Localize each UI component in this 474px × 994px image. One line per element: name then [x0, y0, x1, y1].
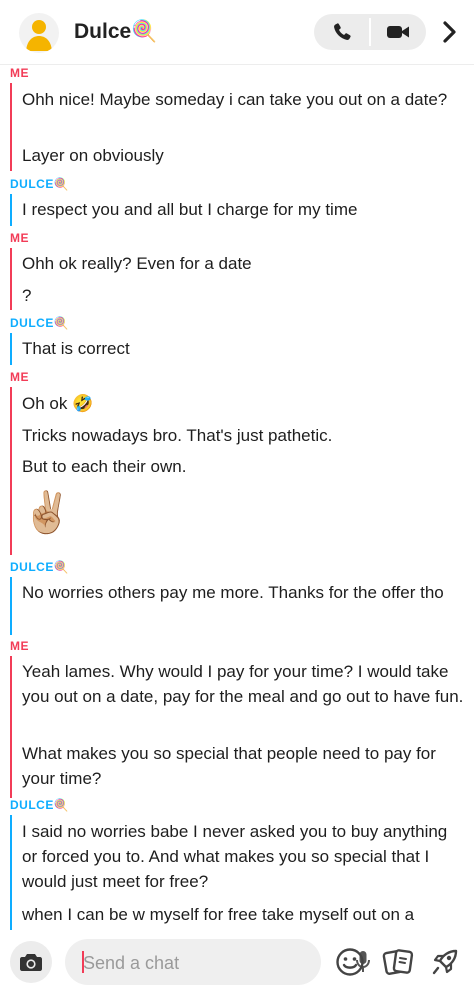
sender-bar-dulce [10, 815, 12, 930]
call-actions [314, 14, 426, 50]
message-text[interactable]: I respect you and all but I charge for m… [22, 197, 464, 222]
sender-label-me: ME [10, 66, 29, 80]
message-text[interactable]: ? [22, 283, 464, 308]
sender-label-dulce: DULCE🍭 [10, 560, 70, 574]
sender-label-dulce: DULCE🍭 [10, 177, 70, 191]
chat-input[interactable] [81, 948, 285, 978]
message-text[interactable]: That is correct [22, 336, 464, 361]
chat-input-box[interactable] [65, 939, 370, 985]
message-text[interactable]: I said no worries babe I never asked you… [22, 819, 464, 894]
smiley-icon[interactable] [333, 945, 367, 979]
peace-sign-emoji[interactable]: ✌🏼 [22, 488, 464, 538]
chat-composer [0, 930, 474, 994]
rocket-icon[interactable] [428, 945, 462, 979]
camera-icon[interactable] [10, 941, 52, 983]
sender-label-me: ME [10, 370, 29, 384]
chevron-right-icon[interactable] [436, 16, 464, 48]
sender-bar-dulce [10, 577, 12, 635]
chat-header: Dulce🍭 [0, 0, 474, 65]
sender-bar-me [10, 387, 12, 555]
message-text[interactable]: Ohh ok really? Even for a date [22, 251, 464, 276]
text-cursor [82, 951, 84, 973]
message-text[interactable]: Ohh nice! Maybe someday i can take you o… [22, 87, 464, 112]
sender-label-me: ME [10, 639, 29, 653]
message-text[interactable]: No worries others pay me more. Thanks fo… [22, 580, 464, 605]
message-text[interactable]: Tricks nowadays bro. That's just patheti… [22, 423, 464, 448]
sender-label-dulce: DULCE🍭 [10, 316, 70, 330]
message-text[interactable]: What makes you so special that people ne… [22, 741, 464, 791]
phone-icon[interactable] [314, 14, 370, 50]
message-text[interactable]: Yeah lames. Why would I pay for your tim… [22, 659, 464, 709]
sender-label-me: ME [10, 231, 29, 245]
sender-bar-me [10, 656, 12, 798]
sender-bar-me [10, 83, 12, 171]
chat-messages[interactable]: ME Ohh nice! Maybe someday i can take yo… [0, 64, 474, 930]
video-camera-icon[interactable] [370, 14, 426, 50]
sender-label-dulce: DULCE🍭 [10, 798, 70, 812]
sender-bar-dulce [10, 194, 12, 226]
sticker-cards-icon[interactable] [381, 945, 415, 979]
bitmoji-avatar-icon[interactable] [19, 13, 59, 53]
message-text[interactable]: when I can be w myself for free take mys… [22, 902, 464, 927]
message-text[interactable]: Layer on obviously [22, 143, 464, 168]
chat-screen: Dulce🍭 ME Ohh nice! Maybe someday i can … [0, 0, 474, 994]
sender-bar-me [10, 248, 12, 310]
message-text[interactable]: Oh ok 🤣 [22, 391, 464, 416]
message-text[interactable]: But to each their own. [22, 454, 464, 479]
sender-bar-dulce [10, 333, 12, 365]
contact-name[interactable]: Dulce🍭 [74, 20, 157, 44]
